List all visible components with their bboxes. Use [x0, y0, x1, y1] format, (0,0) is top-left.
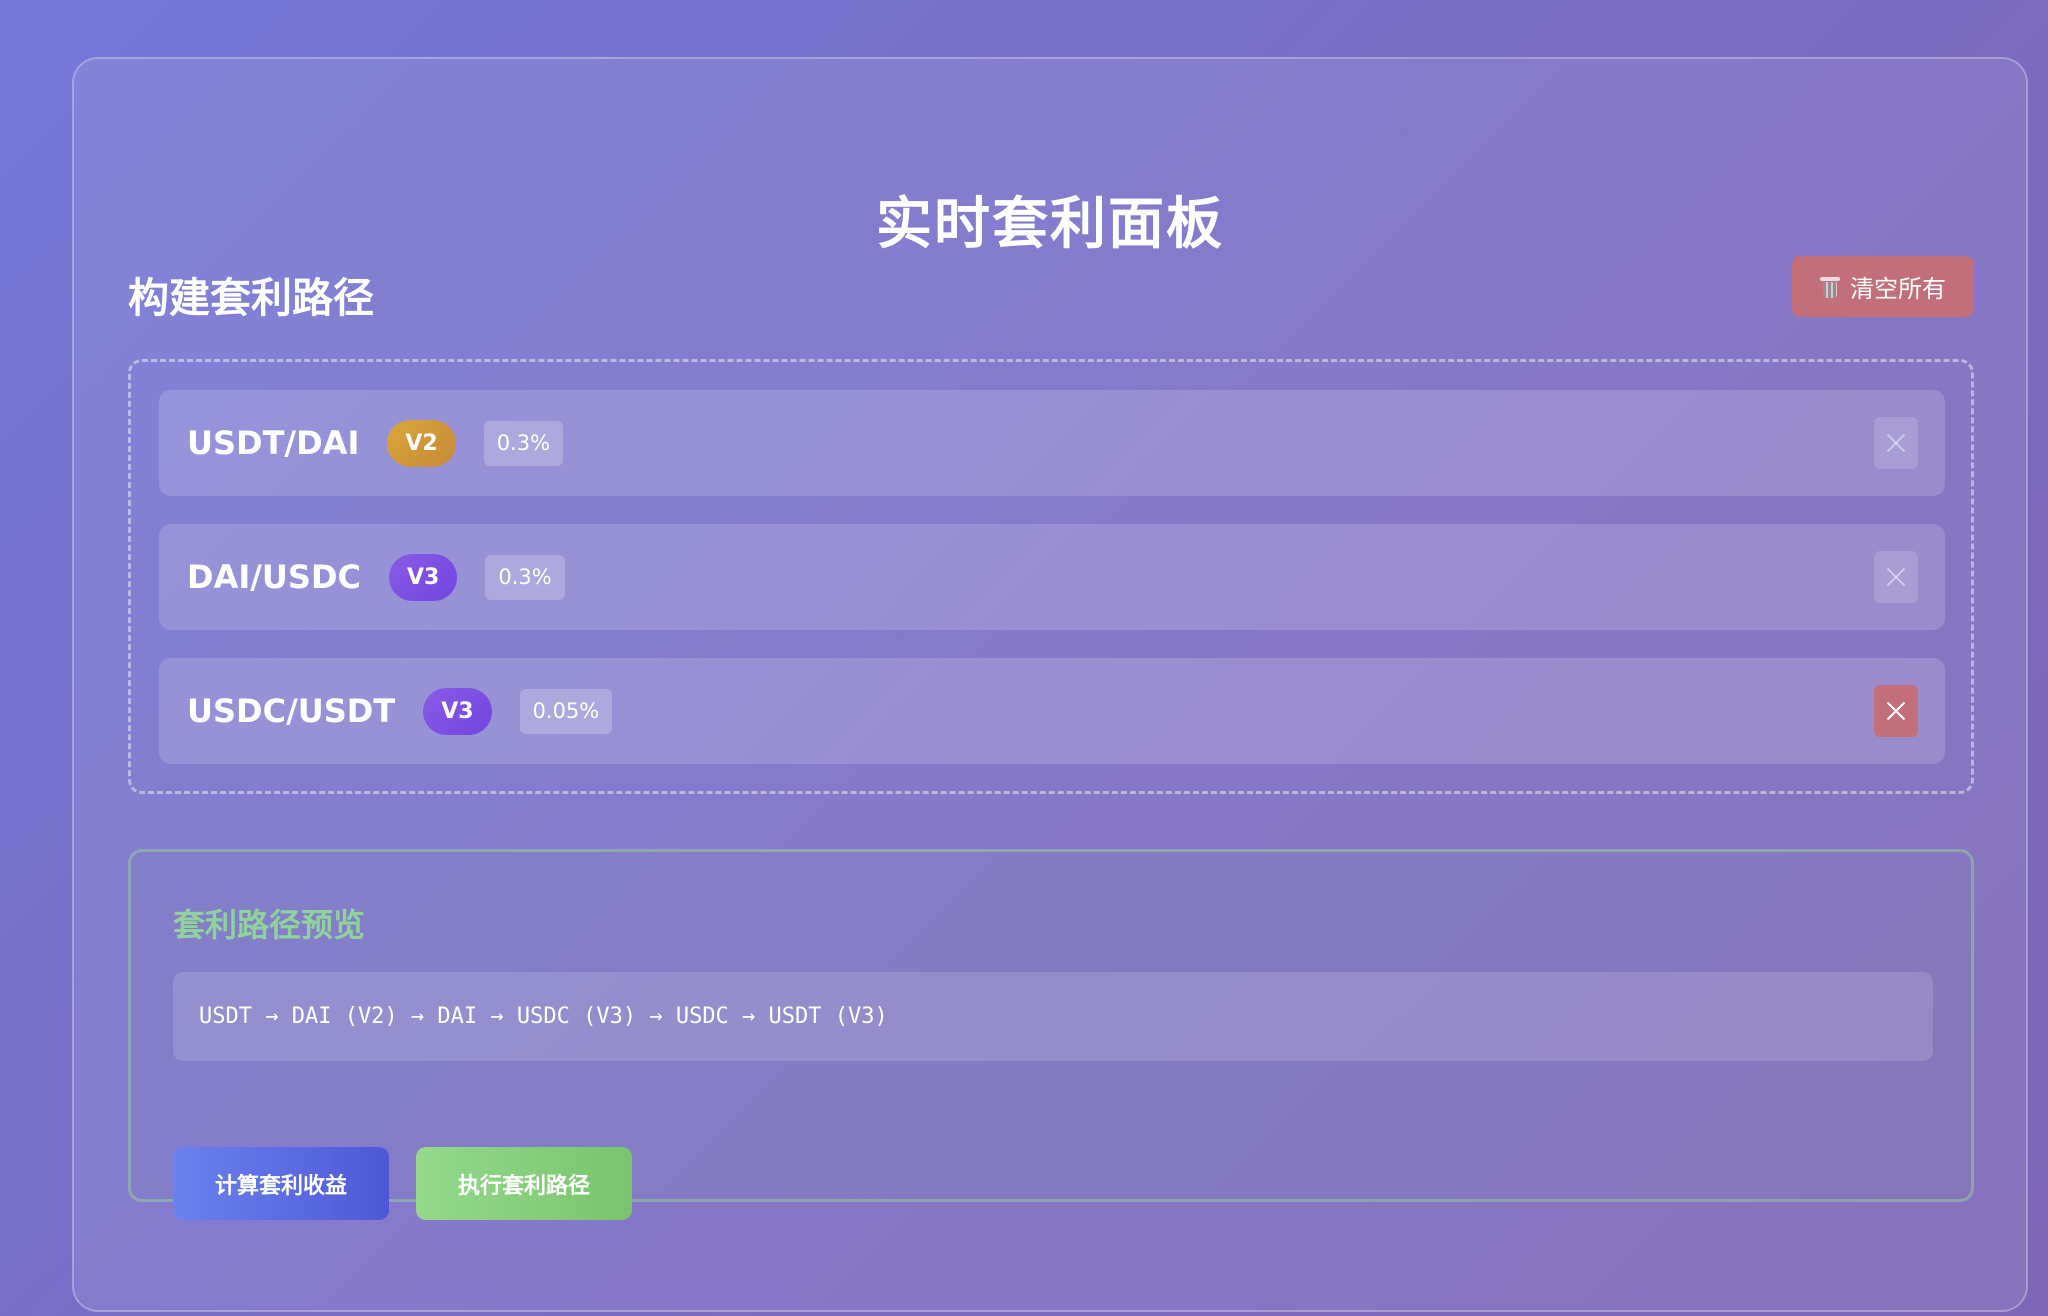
- route-dropzone: USDT/DAI V2 0.3% DAI/USDC V3 0.3% USDC/U…: [128, 359, 1974, 794]
- remove-hop-button[interactable]: [1874, 685, 1918, 737]
- clear-all-label: 清空所有: [1850, 275, 1946, 303]
- fee-badge: 0.3%: [483, 420, 564, 466]
- close-icon: [1886, 701, 1906, 721]
- clear-all-button[interactable]: 清空所有: [1792, 256, 1974, 317]
- page-title: 实时套利面板: [876, 192, 1224, 257]
- trash-icon: [1820, 275, 1840, 299]
- path-readout: USDT → DAI (V2) → DAI → USDC (V3) → USDC…: [173, 972, 1933, 1061]
- version-badge: V2: [387, 419, 456, 467]
- calculate-profit-button[interactable]: 计算套利收益: [173, 1147, 389, 1220]
- execute-path-button[interactable]: 执行套利路径: [416, 1147, 632, 1220]
- arbitrage-panel: 实时套利面板 构建套利路径 清空所有 USDT/DAI V2 0.3% DAI/…: [72, 57, 2028, 1312]
- fee-badge: 0.05%: [519, 688, 613, 734]
- version-badge: V3: [389, 553, 458, 601]
- builder-title: 构建套利路径: [128, 274, 374, 322]
- close-icon: [1886, 433, 1906, 453]
- fee-badge: 0.3%: [485, 554, 565, 600]
- remove-hop-button[interactable]: [1874, 417, 1918, 469]
- remove-hop-button[interactable]: [1874, 551, 1918, 603]
- path-preview: 套利路径预览 USDT → DAI (V2) → DAI → USDC (V3)…: [128, 849, 1974, 1220]
- route-hop[interactable]: USDT/DAI V2 0.3%: [159, 390, 1945, 496]
- hop-pair: DAI/USDC: [187, 558, 361, 596]
- route-hop[interactable]: DAI/USDC V3 0.3%: [159, 524, 1945, 630]
- route-hop[interactable]: USDC/USDT V3 0.05%: [159, 658, 1945, 764]
- preview-title: 套利路径预览: [173, 906, 366, 944]
- version-badge: V3: [423, 687, 492, 735]
- hop-pair: USDC/USDT: [187, 692, 396, 730]
- hop-pair: USDT/DAI: [187, 424, 360, 462]
- close-icon: [1886, 567, 1906, 587]
